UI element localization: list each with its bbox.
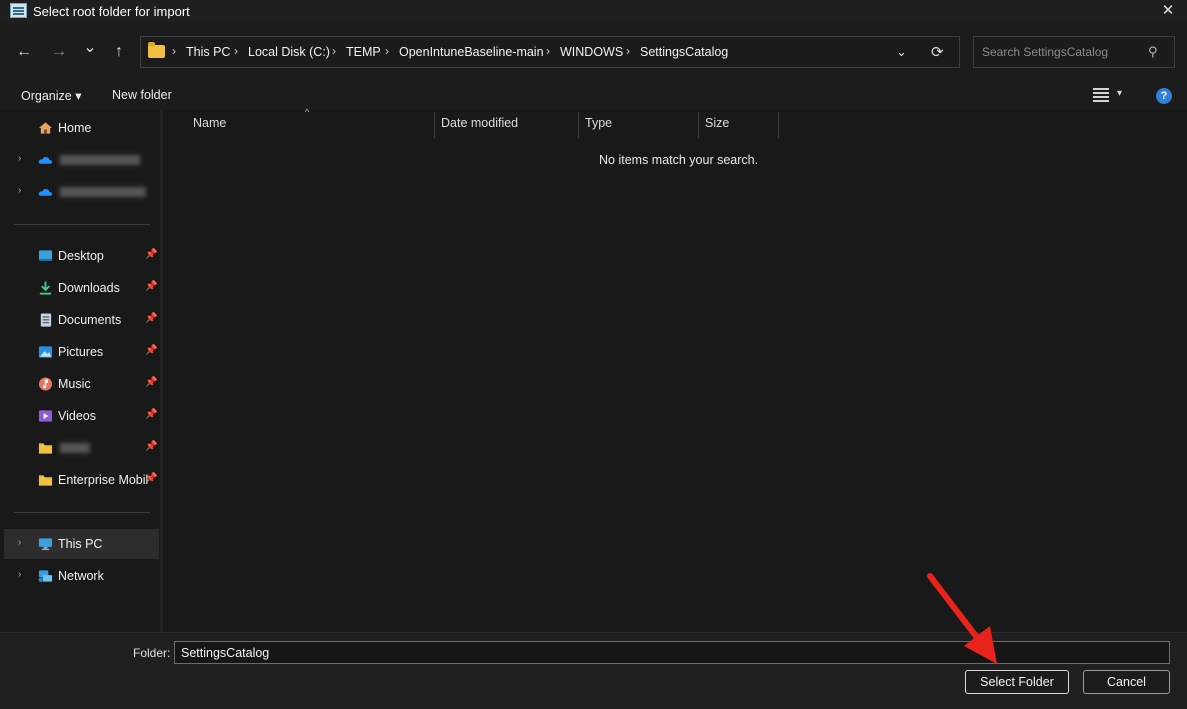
- back-arrow-icon[interactable]: ←: [14, 42, 34, 62]
- view-chevron-icon[interactable]: ▾: [1117, 88, 1122, 99]
- pictures-icon: [38, 346, 53, 358]
- pin-icon[interactable]: 📌: [145, 313, 157, 324]
- sort-ascending-icon: ^: [305, 107, 310, 117]
- sidebar-item-enterprise-mobil[interactable]: Enterprise Mobil 📌: [4, 465, 159, 495]
- select-folder-button[interactable]: Select Folder: [965, 670, 1069, 694]
- sidebar-item-downloads[interactable]: Downloads 📌: [4, 273, 159, 303]
- sidebar-item-this-pc[interactable]: › This PC: [4, 529, 159, 559]
- address-dropdown-chevron-icon[interactable]: ⌄: [896, 44, 907, 60]
- sidebar-item-desktop[interactable]: Desktop 📌: [4, 241, 159, 271]
- sidebar-item-network[interactable]: › Network: [4, 561, 159, 591]
- sidebar-item-videos[interactable]: Videos 📌: [4, 401, 159, 431]
- videos-icon: [38, 410, 53, 422]
- annotation-arrow-icon: [927, 573, 997, 664]
- breadcrumb-separator: ›: [234, 44, 238, 58]
- sidebar-item-label: This PC: [58, 537, 103, 551]
- desktop-icon: [38, 250, 53, 261]
- pin-icon[interactable]: 📌: [145, 345, 157, 356]
- pin-icon[interactable]: 📌: [145, 409, 157, 420]
- column-divider[interactable]: [434, 112, 435, 138]
- onedrive-cloud-icon: [38, 156, 53, 164]
- organize-button[interactable]: Organize ▾: [21, 88, 81, 103]
- pane-splitter[interactable]: [160, 110, 163, 632]
- sidebar-item-label: Videos: [58, 409, 96, 423]
- folder-icon: [38, 443, 53, 454]
- breadcrumb-local-disk[interactable]: Local Disk (C:): [248, 45, 330, 59]
- window-title: Select root folder for import: [33, 4, 190, 19]
- sidebar-item-label: Network: [58, 569, 104, 583]
- folder-icon: [148, 42, 165, 58]
- expand-chevron-icon[interactable]: ›: [18, 569, 21, 580]
- sidebar-item-redacted-folder[interactable]: 📌: [4, 433, 159, 463]
- computer-icon: [38, 538, 53, 551]
- breadcrumb-windows[interactable]: WINDOWS: [560, 45, 623, 59]
- column-header-date-modified[interactable]: Date modified: [441, 116, 518, 136]
- breadcrumb-separator: ›: [172, 44, 176, 58]
- command-bar: [0, 81, 1187, 110]
- cancel-button[interactable]: Cancel: [1083, 670, 1170, 694]
- breadcrumb-temp[interactable]: TEMP: [346, 45, 381, 59]
- sidebar-divider: [14, 224, 150, 225]
- column-divider[interactable]: [578, 112, 579, 138]
- breadcrumb-separator: ›: [332, 44, 336, 58]
- network-icon: [38, 570, 53, 583]
- pin-icon[interactable]: 📌: [145, 377, 157, 388]
- sidebar-item-home[interactable]: Home: [4, 113, 159, 143]
- column-header-type[interactable]: Type: [585, 116, 612, 136]
- sidebar-item-onedrive-1[interactable]: ›: [4, 145, 159, 175]
- breadcrumb-openintunebaseline[interactable]: OpenIntuneBaseline-main: [399, 45, 544, 59]
- sidebar-item-label: Music: [58, 377, 91, 391]
- sidebar-item-music[interactable]: Music 📌: [4, 369, 159, 399]
- search-icon[interactable]: ⚲: [1148, 44, 1158, 60]
- folder-name-input[interactable]: [174, 641, 1170, 664]
- refresh-icon[interactable]: ⟳: [931, 43, 944, 61]
- documents-icon: [40, 313, 52, 327]
- redacted-account-name: [60, 187, 146, 197]
- expand-chevron-icon[interactable]: ›: [18, 153, 21, 164]
- music-icon: [38, 377, 53, 391]
- pin-icon[interactable]: 📌: [145, 441, 157, 452]
- column-header-name[interactable]: Name: [193, 116, 226, 136]
- downloads-icon: [39, 281, 52, 295]
- up-arrow-icon[interactable]: ↑: [109, 42, 129, 62]
- breadcrumb-this-pc[interactable]: This PC: [186, 45, 230, 59]
- expand-chevron-icon[interactable]: ›: [18, 185, 21, 196]
- sidebar-item-documents[interactable]: Documents 📌: [4, 305, 159, 335]
- folder-icon: [38, 475, 53, 486]
- sidebar-item-label: Pictures: [58, 345, 104, 359]
- sidebar-item-label: Enterprise Mobil: [58, 473, 149, 487]
- new-folder-button[interactable]: New folder: [112, 88, 172, 102]
- help-icon[interactable]: ?: [1156, 88, 1172, 104]
- sidebar-item-onedrive-2[interactable]: ›: [4, 177, 159, 207]
- sidebar-item-pictures[interactable]: Pictures 📌: [4, 337, 159, 367]
- sidebar-divider: [14, 512, 150, 513]
- expand-chevron-icon[interactable]: ›: [18, 537, 21, 548]
- app-icon: [10, 3, 27, 18]
- sidebar-item-label: Home: [58, 121, 92, 135]
- onedrive-cloud-icon: [38, 188, 53, 196]
- home-icon: [38, 122, 53, 134]
- redacted-folder-name: [60, 443, 90, 453]
- sidebar-item-label: Desktop: [58, 249, 104, 263]
- column-divider[interactable]: [698, 112, 699, 138]
- pin-icon[interactable]: 📌: [145, 249, 157, 260]
- search-input[interactable]: Search SettingsCatalog: [982, 45, 1108, 59]
- column-header-size[interactable]: Size: [705, 116, 729, 136]
- recent-locations-chevron-icon[interactable]: ⌄: [80, 38, 100, 58]
- breadcrumb-settingscatalog[interactable]: SettingsCatalog: [640, 45, 728, 59]
- folder-label: Folder:: [133, 646, 171, 660]
- forward-arrow-icon[interactable]: →: [49, 42, 69, 62]
- view-options-icon[interactable]: [1093, 88, 1109, 102]
- breadcrumb-separator: ›: [626, 44, 630, 58]
- redacted-account-name: [60, 155, 140, 165]
- sidebar-item-label: Downloads: [58, 281, 120, 295]
- sidebar-item-label: Documents: [58, 313, 122, 327]
- breadcrumb-separator: ›: [546, 44, 550, 58]
- pin-icon[interactable]: 📌: [145, 473, 157, 484]
- column-divider[interactable]: [778, 112, 779, 138]
- close-icon[interactable]: ✕: [1157, 2, 1179, 20]
- empty-list-message: No items match your search.: [599, 153, 759, 167]
- pin-icon[interactable]: 📌: [145, 281, 157, 292]
- breadcrumb-separator: ›: [385, 44, 389, 58]
